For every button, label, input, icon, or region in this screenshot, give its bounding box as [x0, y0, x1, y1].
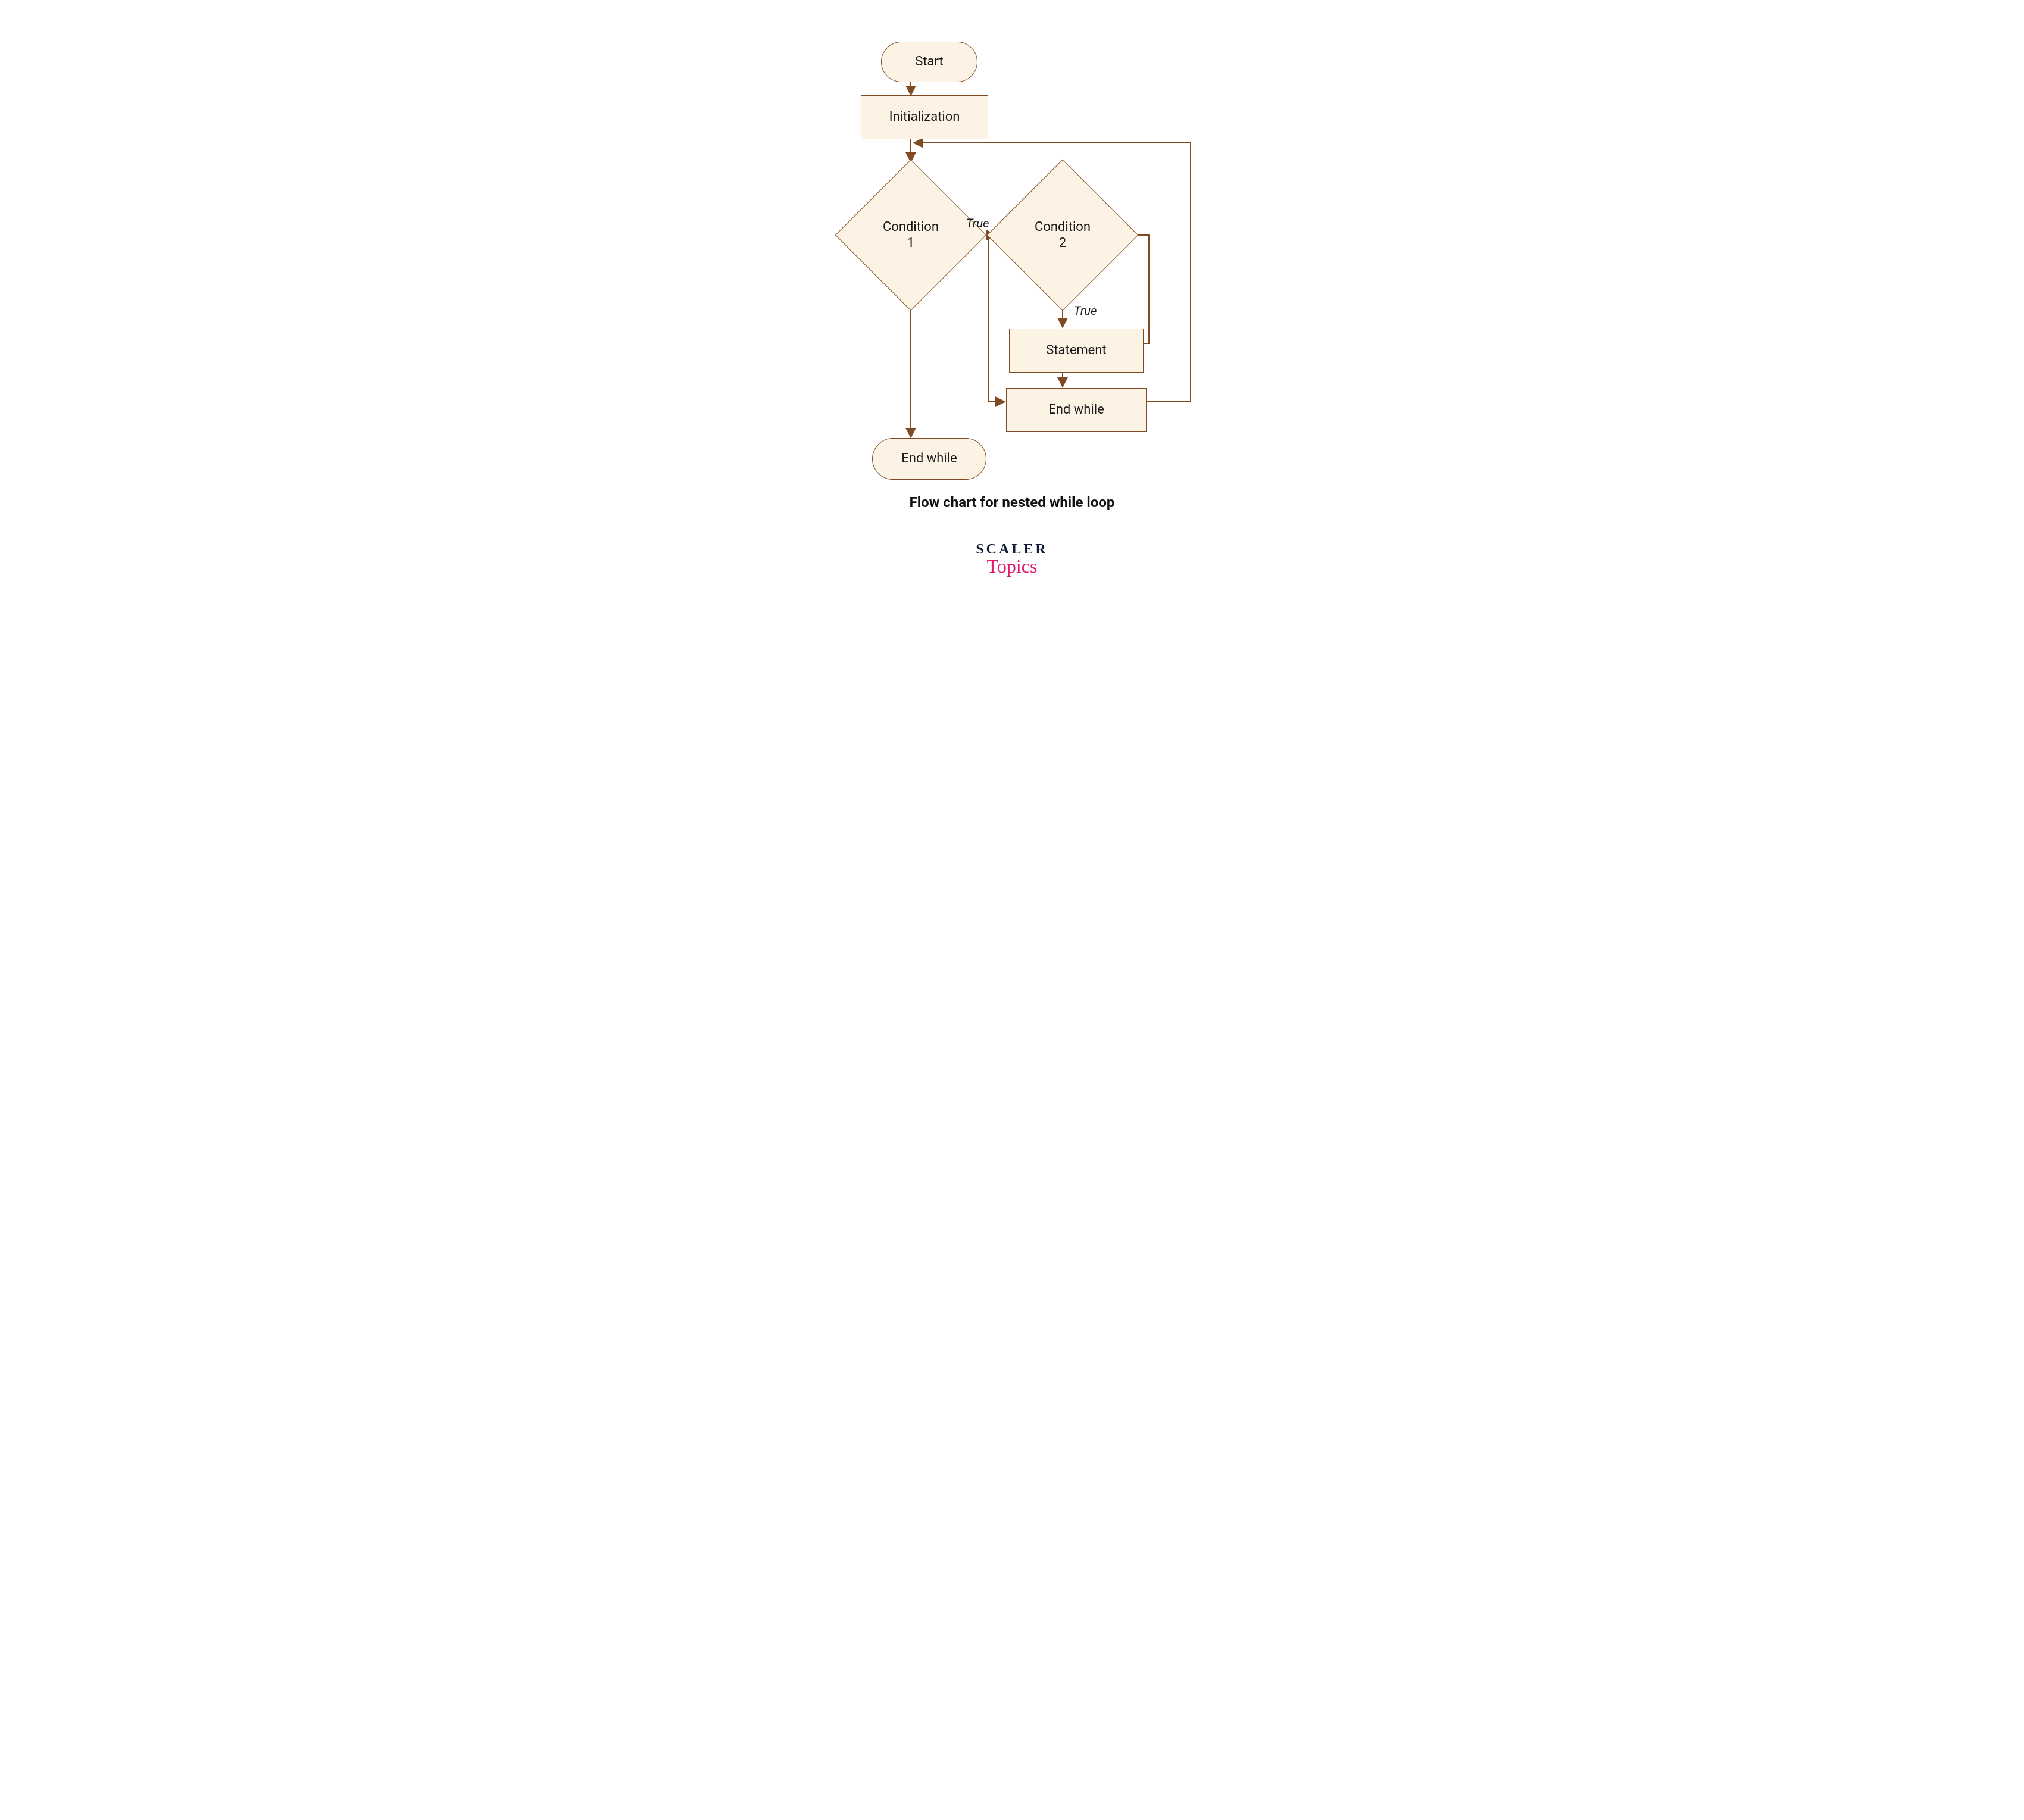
end-inner-label: End while [1048, 402, 1104, 418]
diagram-caption: Flow chart for nested while loop [667, 494, 1357, 511]
decision-condition-2: Condition 2 [1009, 182, 1116, 289]
decision-condition-1: Condition 1 [857, 182, 964, 289]
terminator-end-while-outer: End while [872, 438, 986, 480]
init-label: Initialization [889, 110, 960, 125]
flowchart-canvas: Start Initialization Condition 1 Conditi… [667, 0, 1357, 620]
edge-true-cond1: True [966, 216, 989, 230]
edge-true-cond2: True [1074, 304, 1097, 318]
connectors [667, 0, 1357, 620]
terminator-start: Start [881, 42, 977, 82]
process-end-while-inner: End while [1006, 388, 1147, 432]
brand-logo: SCALER Topics [667, 542, 1357, 577]
end-outer-label: End while [901, 451, 957, 467]
cond1-label: Condition 1 [883, 219, 939, 252]
cond2-label: Condition 2 [1035, 219, 1091, 252]
process-initialization: Initialization [861, 95, 988, 139]
process-statement: Statement [1009, 329, 1144, 373]
start-label: Start [915, 54, 943, 70]
brand-line2: Topics [667, 555, 1357, 577]
statement-label: Statement [1046, 343, 1106, 358]
